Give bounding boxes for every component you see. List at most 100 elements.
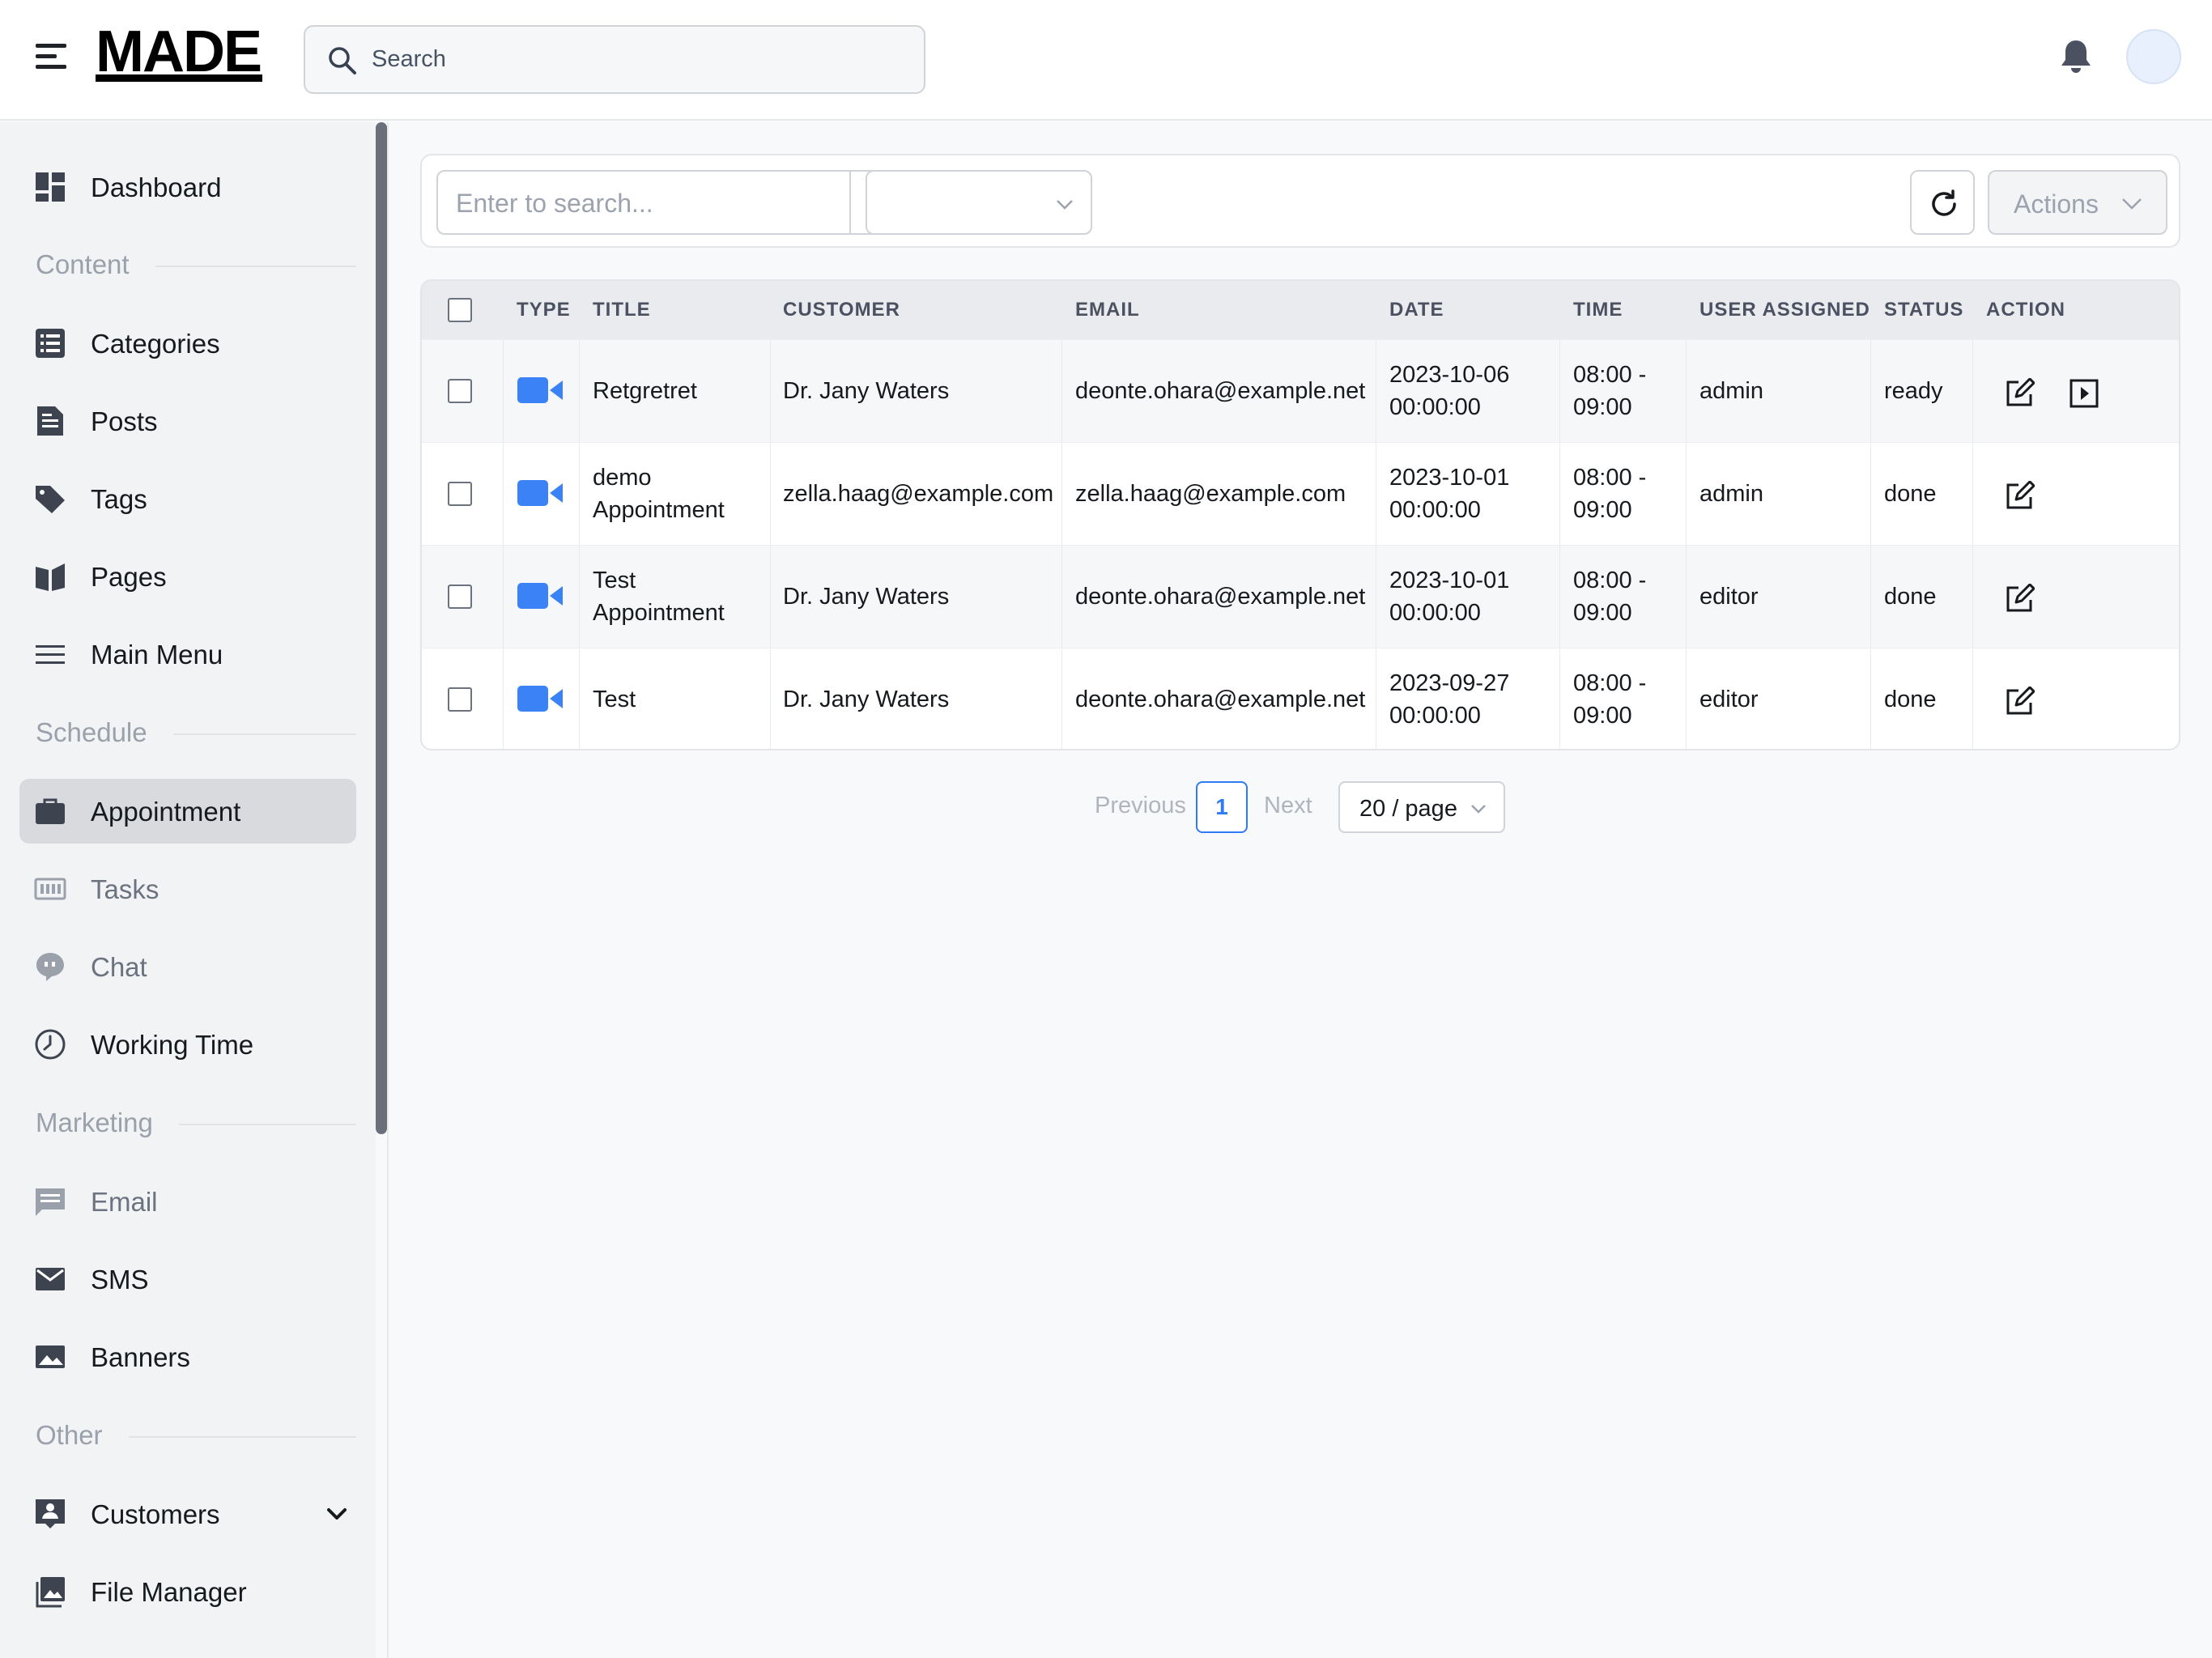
sidebar-item-categories[interactable]: Categories xyxy=(19,311,356,376)
section-label: Other xyxy=(36,1420,129,1451)
column-header-status[interactable]: STATUS xyxy=(1884,299,1963,321)
select-all-checkbox[interactable] xyxy=(448,298,472,322)
pagination-page-1[interactable]: 1 xyxy=(1196,781,1248,833)
column-header-email[interactable]: EMAIL xyxy=(1075,299,1140,321)
hamburger-menu-icon[interactable] xyxy=(36,44,66,70)
search-placeholder: Enter to search... xyxy=(456,189,653,218)
column-divider xyxy=(1686,546,1687,648)
row-checkbox[interactable] xyxy=(448,687,472,712)
time-end: 09:00 xyxy=(1573,497,1632,523)
title-line: Retgretret xyxy=(593,378,697,404)
play-icon[interactable] xyxy=(2069,378,2099,409)
column-divider xyxy=(770,648,771,749)
top-bar: MADE Search xyxy=(0,0,2212,121)
clock-icon xyxy=(35,1029,66,1060)
column-divider xyxy=(770,340,771,443)
date-line: 2023-10-06 xyxy=(1389,362,1510,388)
cell-user-assigned: admin xyxy=(1699,481,1763,507)
column-header-customer[interactable]: CUSTOMER xyxy=(783,299,900,321)
sidebar-item-working-time[interactable]: Working Time xyxy=(19,1012,356,1077)
time-start: 08:00 - xyxy=(1573,362,1647,388)
column-header-action[interactable]: ACTION xyxy=(1986,299,2065,321)
edit-icon[interactable] xyxy=(2004,687,2035,717)
sidebar-scrollbar[interactable] xyxy=(376,122,387,1134)
page-size-select[interactable]: 20 / page xyxy=(1338,781,1505,833)
scrollbar-thumb[interactable] xyxy=(376,122,387,1134)
sidebar-item-main-menu[interactable]: Main Menu xyxy=(19,622,356,687)
table-search-input[interactable]: Enter to search... xyxy=(436,170,851,235)
section-schedule: Schedule xyxy=(36,717,356,750)
column-divider xyxy=(1870,648,1871,749)
sidebar-item-email[interactable]: Email xyxy=(19,1169,356,1234)
table-row[interactable]: Retgretret Dr. Jany Waters deonte.ohara@… xyxy=(422,339,2179,443)
sidebar-item-sms[interactable]: SMS xyxy=(19,1247,356,1312)
logo[interactable]: MADE xyxy=(96,23,262,81)
column-divider xyxy=(1559,443,1560,546)
title-line: Appointment xyxy=(593,600,725,626)
title-line: Test xyxy=(593,687,636,712)
pagination-previous[interactable]: Previous xyxy=(1095,793,1186,819)
time-end: 09:00 xyxy=(1573,394,1632,420)
sidebar-item-dashboard[interactable]: Dashboard xyxy=(19,155,356,219)
column-divider xyxy=(1061,546,1062,648)
edit-icon[interactable] xyxy=(2004,378,2035,409)
sidebar-item-label: Dashboard xyxy=(91,172,222,202)
bell-icon[interactable] xyxy=(2058,37,2094,76)
cell-date: 2023-10-01 00:00:00 xyxy=(1389,461,1509,526)
pagination-next[interactable]: Next xyxy=(1264,793,1312,819)
sidebar-item-customers[interactable]: Customers xyxy=(19,1482,356,1546)
column-divider xyxy=(1559,648,1560,749)
column-header-type[interactable]: TYPE xyxy=(517,299,571,321)
sidebar-item-appointment[interactable]: Appointment xyxy=(19,779,356,844)
cell-status: done xyxy=(1884,584,1937,610)
column-header-date[interactable]: DATE xyxy=(1389,299,1444,321)
avatar[interactable] xyxy=(2126,29,2181,84)
column-divider xyxy=(503,546,504,648)
chevron-down-icon xyxy=(2122,198,2142,210)
cell-email: deonte.ohara@example.net xyxy=(1075,687,1366,712)
filter-select[interactable] xyxy=(866,170,1092,235)
envelope-icon xyxy=(36,1268,65,1290)
column-header-user-assigned[interactable]: USER ASSIGNED xyxy=(1699,299,1870,321)
cell-customer: Dr. Jany Waters xyxy=(783,378,950,404)
row-checkbox[interactable] xyxy=(448,482,472,506)
actions-dropdown[interactable]: Actions xyxy=(1988,170,2167,235)
sidebar-item-label: Chat xyxy=(91,952,147,982)
sidebar-item-label: SMS xyxy=(91,1265,149,1295)
edit-icon[interactable] xyxy=(2004,481,2035,512)
sidebar-item-tags[interactable]: Tags xyxy=(19,466,356,531)
table-row[interactable]: Test Appointment Dr. Jany Waters deonte.o… xyxy=(422,545,2179,648)
sidebar-item-file-manager[interactable]: File Manager xyxy=(19,1559,356,1624)
sidebar-item-banners[interactable]: Banners xyxy=(19,1324,356,1389)
sidebar-item-tasks[interactable]: Tasks xyxy=(19,857,356,921)
sidebar-item-pages[interactable]: Pages xyxy=(19,544,356,609)
global-search-input[interactable]: Search xyxy=(304,25,925,94)
chevron-down-icon[interactable] xyxy=(322,1499,351,1528)
cell-title: Retgretret xyxy=(593,375,697,407)
table-row[interactable]: demo Appointment zella.haag@example.com z… xyxy=(422,442,2179,546)
sidebar-item-posts[interactable]: Posts xyxy=(19,389,356,453)
column-header-time[interactable]: TIME xyxy=(1573,299,1623,321)
sidebar-item-label: Appointment xyxy=(91,797,241,827)
column-header-title[interactable]: TITLE xyxy=(593,299,651,321)
sidebar-item-label: Customers xyxy=(91,1499,220,1529)
actions-label: Actions xyxy=(2014,189,2099,219)
column-divider xyxy=(1061,648,1062,749)
row-checkbox[interactable] xyxy=(448,585,472,609)
column-divider xyxy=(503,443,504,546)
row-checkbox[interactable] xyxy=(448,379,472,403)
cell-user-assigned: editor xyxy=(1699,584,1759,610)
column-divider xyxy=(1686,340,1687,443)
edit-icon[interactable] xyxy=(2004,584,2035,614)
refresh-button[interactable] xyxy=(1910,170,1975,235)
cell-time: 08:00 - 09:00 xyxy=(1573,564,1646,629)
sidebar-item-chat[interactable]: Chat xyxy=(19,934,356,999)
logo-underline xyxy=(96,74,262,82)
chat-icon xyxy=(36,953,64,981)
section-label: Content xyxy=(36,249,155,280)
table-row[interactable]: Test Dr. Jany Waters deonte.ohara@exampl… xyxy=(422,648,2179,749)
search-icon xyxy=(329,47,356,74)
column-divider xyxy=(1972,648,1973,749)
cell-time: 08:00 - 09:00 xyxy=(1573,359,1646,423)
column-divider xyxy=(1559,546,1560,648)
